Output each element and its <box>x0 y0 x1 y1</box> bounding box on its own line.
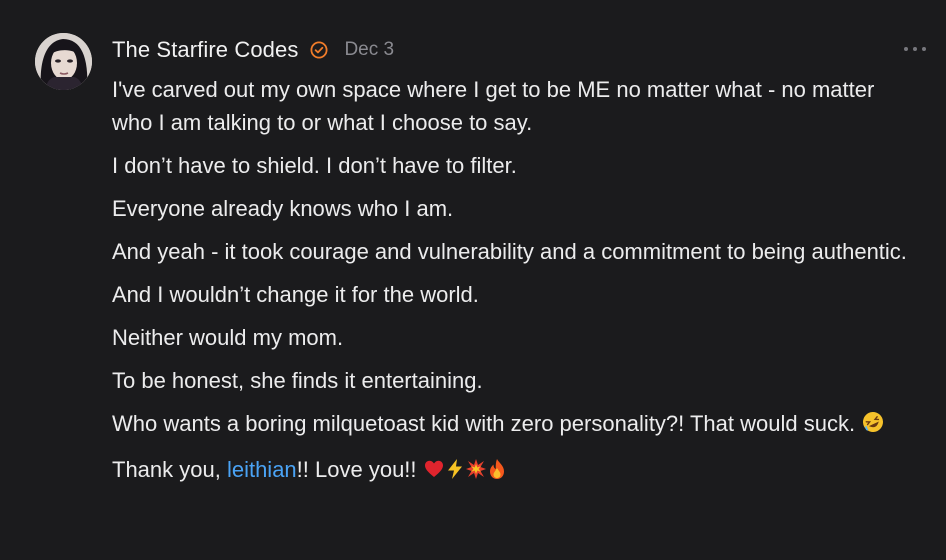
mention-link[interactable]: leithian <box>227 457 297 482</box>
red-heart-emoji <box>423 456 445 489</box>
thanks-prefix: Thank you, <box>112 457 227 482</box>
rolling-on-floor-laughing-emoji <box>861 410 885 443</box>
paragraph: I've carved out my own space where I get… <box>112 77 875 135</box>
paragraph: And I wouldn’t change it for the world. <box>112 282 479 307</box>
thanks-line: Thank you, leithian!! Love you!! <box>112 453 912 489</box>
paragraph: Neither would my mom. <box>112 325 344 350</box>
lightning-emoji <box>445 456 465 489</box>
author-name[interactable]: The Starfire Codes <box>112 37 298 63</box>
check-circle-icon <box>309 40 329 60</box>
dot <box>913 47 917 51</box>
avatar-image <box>35 33 92 90</box>
paragraph: And yeah - it took courage and vulnerabi… <box>112 239 907 264</box>
dot <box>922 47 926 51</box>
comment-header: The Starfire Codes Dec 3 <box>112 34 394 66</box>
dot <box>904 47 908 51</box>
avatar[interactable] <box>35 33 92 90</box>
comment-body: I've carved out my own space where I get… <box>112 73 912 499</box>
thanks-suffix: !! Love you!! <box>296 457 417 482</box>
fire-emoji <box>487 456 507 489</box>
paragraph-text: Who wants a boring milquetoast kid with … <box>112 411 856 436</box>
paragraph: Everyone already knows who I am. <box>112 196 454 221</box>
ellipsis-icon[interactable] <box>904 40 926 58</box>
comment-date[interactable]: Dec 3 <box>344 39 394 61</box>
paragraph: To be honest, she finds it entertaining. <box>112 368 483 393</box>
paragraph-with-emoji: Who wants a boring milquetoast kid with … <box>112 407 912 443</box>
collision-emoji <box>465 456 487 489</box>
paragraph: I don’t have to shield. I don’t have to … <box>112 153 517 178</box>
